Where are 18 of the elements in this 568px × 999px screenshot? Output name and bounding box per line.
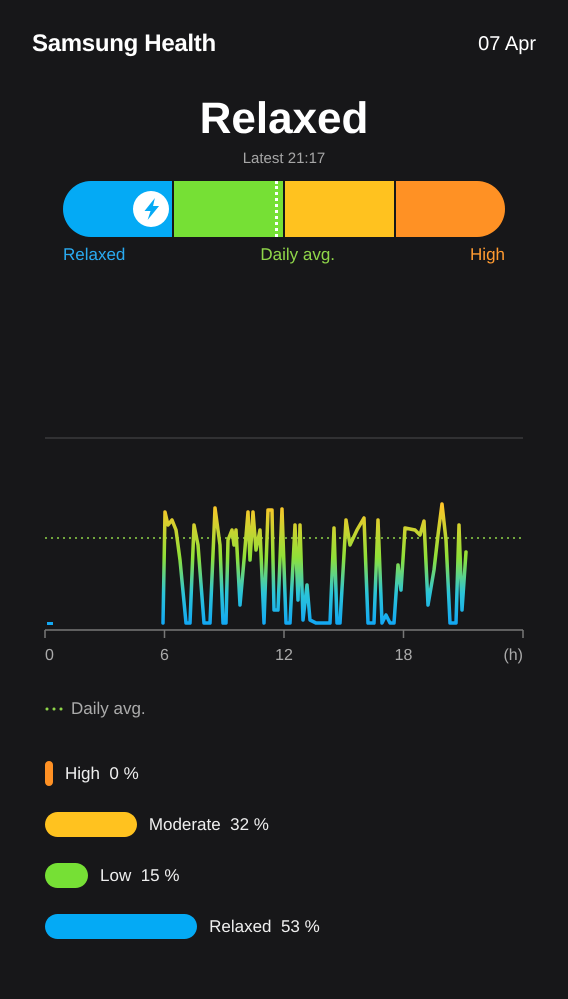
share-label: Relaxed 53 %	[209, 916, 320, 936]
dotted-line-icon	[45, 707, 63, 711]
share-label: Moderate 32 %	[148, 814, 269, 834]
share-label: High 0 %	[65, 764, 139, 784]
axis-tick-label: 0	[45, 647, 54, 664]
date-label: 07 Apr	[478, 32, 536, 56]
gauge-label: Daily avg.	[260, 245, 336, 265]
app-title: Samsung Health	[32, 30, 216, 58]
latest-time: Latest 21:17	[242, 150, 326, 167]
axis-tick-label: (h)	[503, 647, 523, 664]
gauge-label: Relaxed	[63, 245, 126, 265]
stress-status: Relaxed	[200, 94, 368, 144]
axis-tick-label: 12	[275, 647, 293, 664]
axis-tick-label: 18	[394, 647, 412, 664]
axis-tick-label: 6	[160, 647, 169, 664]
legend-label: Daily avg.	[71, 699, 146, 719]
gauge-label: High	[470, 245, 505, 265]
share-label: Low 15 %	[100, 866, 180, 886]
